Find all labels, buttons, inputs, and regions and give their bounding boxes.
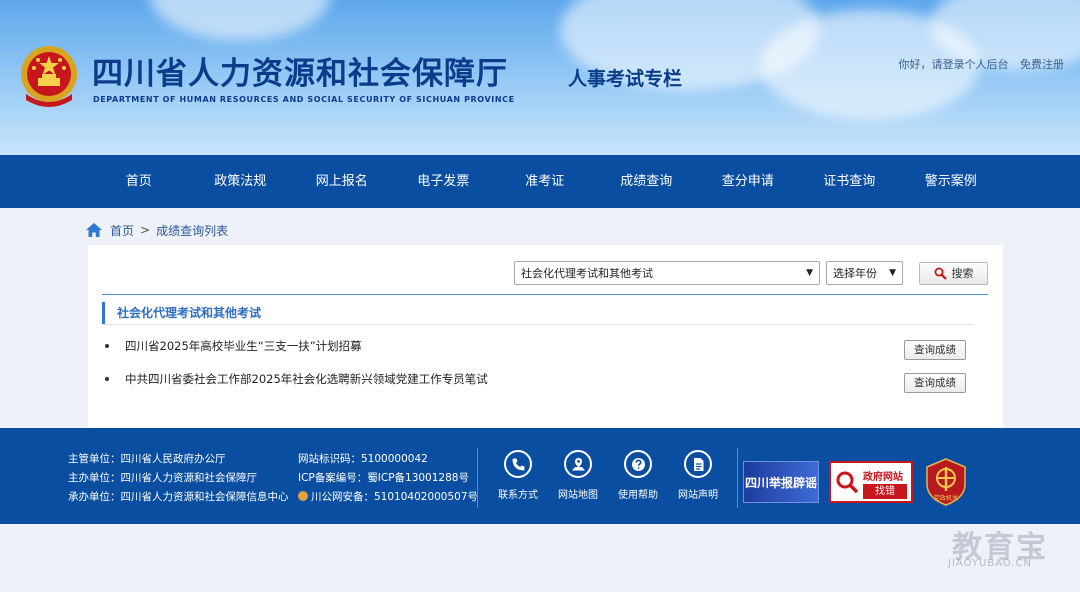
contact-button[interactable]: 联系方式 bbox=[488, 450, 548, 501]
help-button[interactable]: 使用帮助 bbox=[608, 450, 668, 501]
watermark: 教育宝 JIAOYUBAO.CN bbox=[946, 522, 1064, 570]
year-select[interactable]: 选择年份 ▼ bbox=[826, 261, 903, 285]
watermark-sub: JIAOYUBAO.CN bbox=[948, 558, 1032, 569]
category-title: 社会化代理考试和其他考试 bbox=[102, 302, 974, 324]
party-government-logo[interactable]: 党政机关 bbox=[925, 458, 967, 506]
nav-item-home[interactable]: 首页 bbox=[88, 155, 190, 208]
nav-item-policy[interactable]: 政策法规 bbox=[190, 155, 292, 208]
site-title: 四川省人力资源和社会保障厅 bbox=[92, 56, 508, 92]
nav-item-certificate-query[interactable]: 证书查询 bbox=[799, 155, 901, 208]
operator-unit: 承办单位：四川省人力资源和社会保障信息中心 bbox=[68, 491, 289, 503]
gov-site-error-top: 政府网站 bbox=[863, 472, 903, 483]
query-score-button[interactable]: 查询成绩 bbox=[904, 340, 966, 360]
divider bbox=[102, 324, 974, 325]
site-id: 网站标识码：5100000042 bbox=[298, 453, 428, 465]
nav-item-e-invoice[interactable]: 电子发票 bbox=[393, 155, 495, 208]
icp-number[interactable]: ICP备案编号：蜀ICP备13001288号 bbox=[298, 469, 478, 488]
footer-org-info: 主管单位：四川省人民政府办公厅 主办单位：四川省人力资源和社会保障厅 承办单位：… bbox=[68, 450, 289, 507]
register-link[interactable]: 免费注册 bbox=[1020, 58, 1064, 71]
main-nav: 首页 政策法规 网上报名 电子发票 准考证 成绩查询 查分申请 证书查询 警示案… bbox=[0, 155, 1080, 208]
site-header: 四川省人力资源和社会保障厅 DEPARTMENT OF HUMAN RESOUR… bbox=[0, 0, 1080, 155]
top-links: 你好，请登录个人后台 免费注册 bbox=[891, 56, 1065, 72]
exam-type-value: 社会化代理考试和其他考试 bbox=[521, 267, 653, 280]
map-icon bbox=[571, 457, 585, 470]
filter-bar: 社会化代理考试和其他考试 ▼ 选择年份 ▼ 搜索 bbox=[514, 261, 988, 285]
host-unit: 主办单位：四川省人力资源和社会保障厅 bbox=[68, 472, 257, 484]
divider bbox=[477, 448, 478, 508]
nav-item-registration[interactable]: 网上报名 bbox=[291, 155, 393, 208]
breadcrumb-home[interactable]: 首页 bbox=[110, 222, 134, 239]
breadcrumb-separator: > bbox=[140, 223, 151, 237]
section-tag: 人事考试专栏 bbox=[568, 68, 683, 90]
divider bbox=[102, 294, 988, 295]
result-title[interactable]: 四川省2025年高校毕业生“三支一扶”计划招募 bbox=[125, 338, 362, 354]
cloud-decoration bbox=[150, 0, 330, 40]
exam-type-select[interactable]: 社会化代理考试和其他考试 ▼ bbox=[514, 261, 820, 285]
site-footer: 主管单位：四川省人民政府办公厅 主办单位：四川省人力资源和社会保障厅 承办单位：… bbox=[0, 428, 1080, 524]
nav-item-score-review[interactable]: 查分申请 bbox=[697, 155, 799, 208]
phone-icon bbox=[512, 458, 524, 470]
query-score-button[interactable]: 查询成绩 bbox=[904, 373, 966, 393]
results-panel: 社会化代理考试和其他考试 ▼ 选择年份 ▼ 搜索 社会化代理考试和其他考试 四川… bbox=[88, 245, 1003, 428]
statement-label: 网站声明 bbox=[678, 490, 718, 501]
search-button[interactable]: 搜索 bbox=[919, 261, 988, 285]
police-badge-icon bbox=[298, 491, 308, 501]
report-rumor-logo[interactable]: 四川举报辟谣 bbox=[743, 461, 819, 503]
contact-label: 联系方式 bbox=[498, 490, 538, 501]
national-emblem-icon bbox=[21, 46, 77, 107]
sitemap-circle bbox=[564, 450, 592, 478]
statement-button[interactable]: 网站声明 bbox=[668, 450, 728, 501]
chevron-down-icon: ▼ bbox=[889, 268, 896, 278]
gov-site-error-logo[interactable]: 政府网站 找错 bbox=[829, 461, 913, 503]
results-list: 四川省2025年高校毕业生“三支一扶”计划招募 查询成绩 中共四川省委社会工作部… bbox=[88, 335, 1003, 401]
contact-circle bbox=[504, 450, 532, 478]
login-link[interactable]: 你好，请登录个人后台 bbox=[899, 58, 1009, 71]
search-button-label: 搜索 bbox=[951, 267, 974, 280]
breadcrumb: 首页 > 成绩查询列表 bbox=[86, 220, 228, 240]
sitemap-label: 网站地图 bbox=[558, 490, 598, 501]
search-icon bbox=[934, 267, 947, 280]
chevron-down-icon: ▼ bbox=[806, 268, 813, 278]
help-circle bbox=[624, 450, 652, 478]
year-value: 选择年份 bbox=[833, 267, 877, 280]
nav-item-admission-ticket[interactable]: 准考证 bbox=[494, 155, 596, 208]
site-subtitle: DEPARTMENT OF HUMAN RESOURCES AND SOCIAL… bbox=[93, 95, 515, 104]
police-record-text: 川公网安备：51010402000507号 bbox=[311, 491, 479, 503]
help-icon bbox=[631, 457, 645, 471]
bullet-icon bbox=[105, 344, 109, 348]
statement-circle bbox=[684, 450, 712, 478]
divider bbox=[737, 448, 738, 508]
magnifier-icon bbox=[836, 471, 859, 494]
police-record[interactable]: 川公网安备：51010402000507号 bbox=[298, 488, 478, 507]
result-title[interactable]: 中共四川省委社会工作部2025年社会化选聘新兴领域党建工作专员笔试 bbox=[125, 371, 488, 387]
home-icon bbox=[86, 223, 102, 237]
nav-item-warning-cases[interactable]: 警示案例 bbox=[900, 155, 1002, 208]
party-logo-text: 党政机关 bbox=[934, 494, 958, 502]
bullet-icon bbox=[105, 377, 109, 381]
list-item: 中共四川省委社会工作部2025年社会化选聘新兴领域党建工作专员笔试 查询成绩 bbox=[88, 368, 1003, 401]
footer-registration-info: 网站标识码：5100000042 ICP备案编号：蜀ICP备13001288号 … bbox=[298, 450, 478, 507]
document-icon bbox=[693, 457, 703, 471]
sitemap-button[interactable]: 网站地图 bbox=[548, 450, 608, 501]
list-item: 四川省2025年高校毕业生“三支一扶”计划招募 查询成绩 bbox=[88, 335, 1003, 368]
breadcrumb-current: 成绩查询列表 bbox=[156, 223, 229, 238]
supervisor-unit: 主管单位：四川省人民政府办公厅 bbox=[68, 453, 226, 465]
gov-site-error-bottom: 找错 bbox=[863, 484, 907, 499]
help-label: 使用帮助 bbox=[618, 490, 658, 501]
nav-item-score-query[interactable]: 成绩查询 bbox=[596, 155, 698, 208]
